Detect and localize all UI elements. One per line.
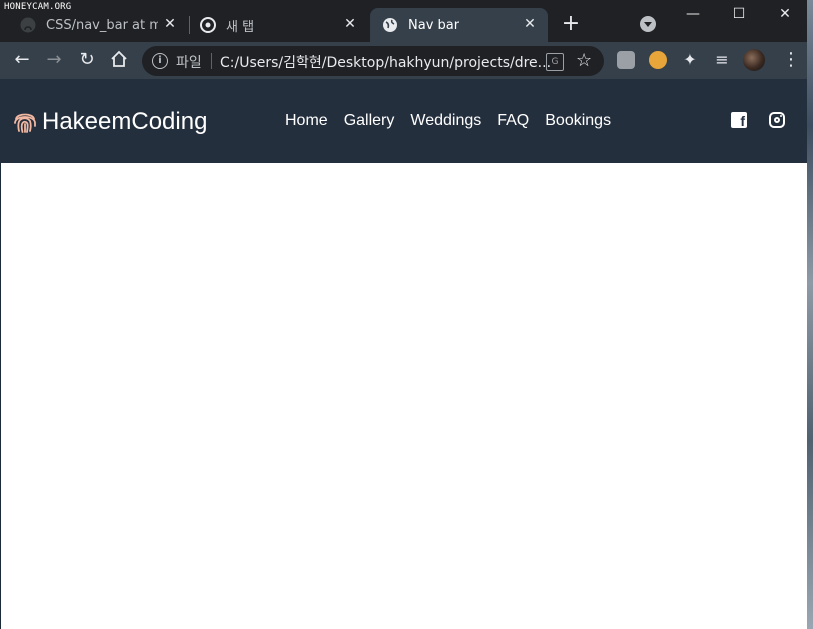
nav-item-faq[interactable]: FAQ <box>497 112 529 130</box>
browser-toolbar: ← → ↻ i 파일 C:/Users/김학현/Desktop/hakhyun/… <box>0 42 807 79</box>
info-icon[interactable]: i <box>152 53 168 69</box>
chrome-icon <box>200 17 216 33</box>
tab-search-icon[interactable] <box>640 16 656 32</box>
more-menu-icon[interactable]: ⋮ <box>782 50 800 70</box>
tab-nav-bar[interactable]: Nav bar ✕ <box>370 8 548 42</box>
new-tab-button[interactable]: + <box>560 13 582 35</box>
media-control-icon[interactable]: ≡ <box>712 50 732 70</box>
tab-new-tab[interactable]: 새 탭 ✕ <box>180 8 368 42</box>
desktop-wallpaper-edge <box>807 0 813 629</box>
github-icon <box>20 17 36 33</box>
tab-strip: CSS/nav_bar at main ✕ 새 탭 ✕ Nav bar ✕ + … <box>0 0 807 42</box>
minimize-icon[interactable]: — <box>681 4 705 24</box>
camera-extension-icon[interactable] <box>617 51 635 69</box>
file-scheme-label: 파일 <box>176 55 202 71</box>
home-icon[interactable] <box>109 50 129 70</box>
tab-github[interactable]: CSS/nav_bar at main ✕ <box>0 8 188 42</box>
page-content <box>0 163 807 629</box>
fingerprint-icon[interactable] <box>12 109 38 135</box>
close-icon[interactable]: ✕ <box>162 16 178 32</box>
maximize-icon[interactable]: ☐ <box>727 4 751 24</box>
reload-icon[interactable]: ↻ <box>77 50 97 70</box>
back-icon[interactable]: ← <box>12 50 32 70</box>
nav-menu: Home Gallery Weddings FAQ Bookings <box>285 112 611 130</box>
url-text[interactable]: C:/Users/김학현/Desktop/hakhyun/projects/dr… <box>220 52 551 72</box>
watermark: HONEYCAM.ORG <box>4 2 72 12</box>
nav-item-gallery[interactable]: Gallery <box>344 112 395 130</box>
globe-icon <box>382 17 398 33</box>
window-close-icon[interactable]: ✕ <box>773 4 797 24</box>
address-separator <box>211 53 212 69</box>
forward-icon[interactable]: → <box>44 50 64 70</box>
tab-title: Nav bar <box>408 17 460 33</box>
address-bar[interactable]: i 파일 C:/Users/김학현/Desktop/hakhyun/projec… <box>142 46 604 76</box>
tab-title: 새 탭 <box>226 19 255 35</box>
facebook-icon[interactable]: f <box>731 112 747 129</box>
nav-item-bookings[interactable]: Bookings <box>545 112 611 130</box>
brand-name[interactable]: HakeemCoding <box>42 108 207 136</box>
profile-avatar[interactable] <box>743 49 765 71</box>
close-icon[interactable]: ✕ <box>342 16 358 32</box>
nav-item-home[interactable]: Home <box>285 112 328 130</box>
close-icon[interactable]: ✕ <box>522 16 538 32</box>
translate-icon[interactable]: G <box>546 53 564 71</box>
bookmark-star-icon[interactable]: ☆ <box>576 50 592 71</box>
tab-title: CSS/nav_bar at main <box>46 17 158 33</box>
extensions-puzzle-icon[interactable]: ✦ <box>680 50 700 70</box>
nav-item-weddings[interactable]: Weddings <box>410 112 481 130</box>
owl-extension-icon[interactable] <box>649 51 667 69</box>
site-navbar: HakeemCoding Home Gallery Weddings FAQ B… <box>0 79 807 163</box>
instagram-icon[interactable] <box>769 112 785 128</box>
